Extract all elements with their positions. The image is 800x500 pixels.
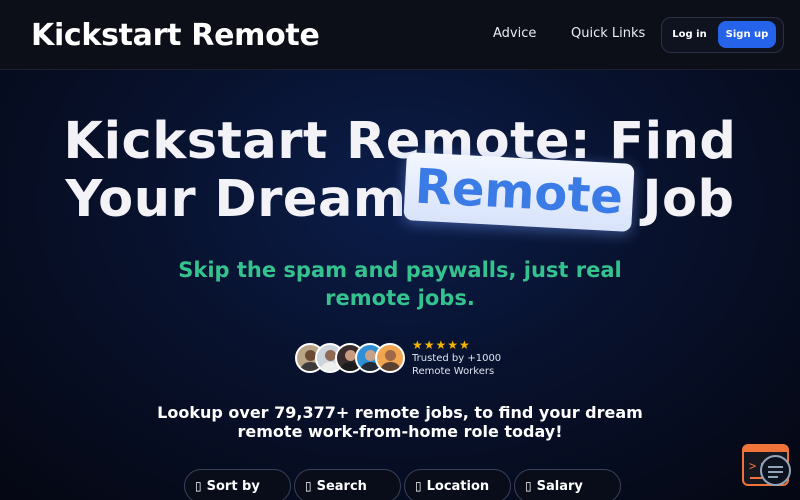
- filter-label: Salary: [536, 478, 583, 494]
- filter-label: Search: [316, 478, 367, 494]
- brand-logo[interactable]: Kickstart Remote: [31, 18, 320, 53]
- trusted-line-1: Trusted by +1000: [412, 353, 502, 364]
- salary-button[interactable]: ▯ Salary: [514, 469, 621, 500]
- filter-label: Location: [426, 478, 490, 494]
- hero-title-pre: Your Dream: [65, 170, 407, 229]
- rating-stars: ★★★★★: [412, 338, 471, 352]
- login-button[interactable]: Log in: [666, 21, 713, 48]
- location-button[interactable]: ▯ Location: [404, 469, 511, 500]
- location-icon: ▯: [415, 479, 422, 493]
- signup-button[interactable]: Sign up: [718, 21, 776, 48]
- search-button[interactable]: ▯ Search: [294, 469, 401, 500]
- job-count-text: Lookup over 79,377+ remote jobs, to find…: [157, 403, 643, 441]
- chat-bubble-icon[interactable]: [760, 455, 791, 486]
- avatar: [375, 343, 405, 373]
- filter-label: Sort by: [206, 478, 260, 494]
- hero-subtitle: Skip the spam and paywalls, just real re…: [178, 258, 622, 310]
- nav-advice[interactable]: Advice: [493, 26, 536, 41]
- hero-title-line-1: Kickstart Remote: Find: [63, 112, 737, 171]
- hero-title-line-2: Your Dream Job: [0, 170, 800, 229]
- sort-icon: ▯: [195, 479, 202, 493]
- site-header: Kickstart Remote Advice Quick Links Log …: [0, 0, 800, 70]
- search-icon: ▯: [305, 479, 312, 493]
- hero-highlight-chip: Remote: [403, 152, 635, 232]
- nav-quick-links[interactable]: Quick Links: [571, 26, 645, 41]
- sort-by-button[interactable]: ▯ Sort by: [184, 469, 291, 500]
- avatar-group: [295, 343, 407, 373]
- trusted-line-2: Remote Workers: [412, 366, 495, 377]
- salary-icon: ▯: [525, 479, 532, 493]
- hero-title-post: Job: [642, 170, 735, 229]
- trusted-text: Trusted by +1000 Remote Workers: [412, 352, 501, 378]
